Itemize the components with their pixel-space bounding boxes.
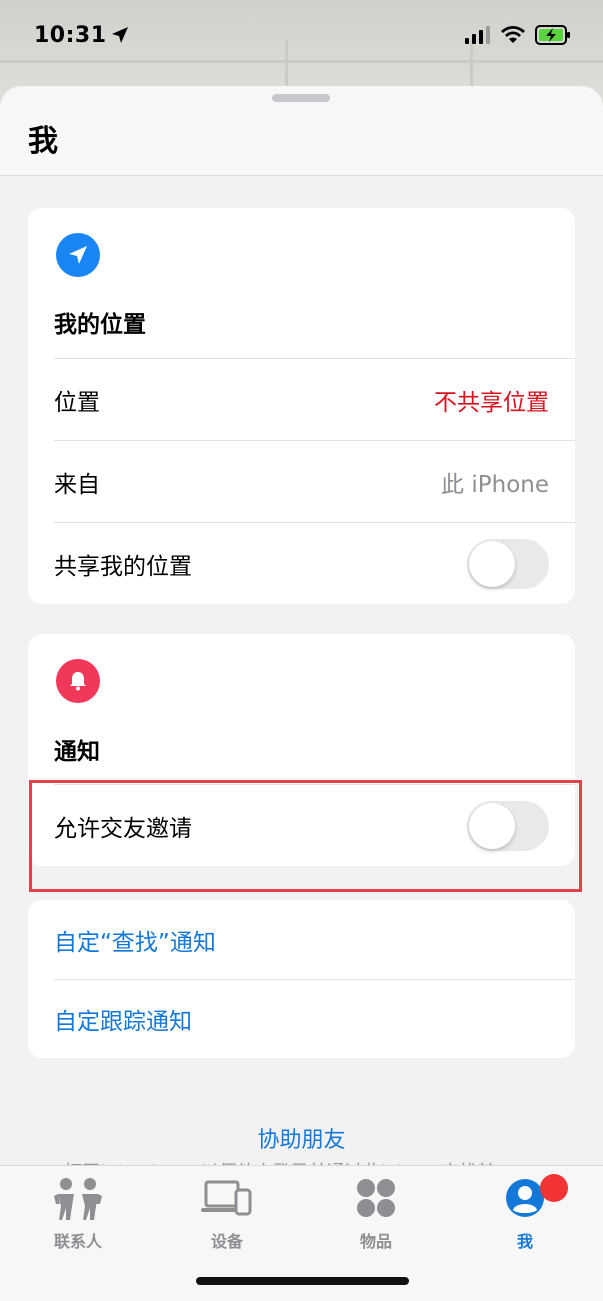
notification-links-card: 自定“查找”通知 自定跟踪通知 — [28, 900, 575, 1058]
wifi-icon — [501, 26, 525, 43]
status-bar: 10:31 — [0, 0, 603, 70]
people-icon — [54, 1178, 102, 1220]
me-sheet: 我 我的位置 位置 不共享位置 来自 此 iPhone 共享我的位置 通知 允许… — [0, 86, 603, 1301]
tab-devices[interactable]: 设备 — [167, 1176, 287, 1252]
home-indicator[interactable] — [196, 1277, 409, 1285]
sheet-grabber[interactable] — [272, 94, 330, 102]
tab-me-label: 我 — [516, 1232, 533, 1251]
my-location-card: 我的位置 位置 不共享位置 来自 此 iPhone 共享我的位置 — [28, 208, 575, 604]
items-icon — [357, 1179, 395, 1217]
status-time: 10:31 — [34, 23, 129, 48]
toggle-knob — [469, 540, 515, 587]
location-arrow-icon — [56, 233, 100, 277]
from-row[interactable]: 来自 此 iPhone — [54, 440, 575, 522]
location-label: 位置 — [54, 389, 100, 416]
tab-people[interactable]: 联系人 — [18, 1176, 138, 1252]
signal-icon — [465, 26, 490, 44]
location-value: 不共享位置 — [434, 389, 549, 416]
location-arrow-icon — [111, 27, 128, 43]
toggle-knob — [469, 802, 515, 849]
help-a-friend-link[interactable]: 协助朋友 — [0, 1122, 603, 1154]
tab-items[interactable]: 物品 — [316, 1176, 436, 1252]
devices-icon — [201, 1180, 252, 1216]
from-value: 此 iPhone — [441, 471, 549, 498]
share-location-label: 共享我的位置 — [54, 553, 192, 580]
my-location-title: 我的位置 — [54, 312, 146, 338]
status-time-text: 10:31 — [34, 22, 107, 48]
notification-badge — [540, 1174, 568, 1202]
sheet-header: 我 — [0, 86, 603, 176]
notifications-card: 通知 允许交友邀请 — [28, 634, 575, 866]
tab-items-label: 物品 — [359, 1232, 392, 1251]
from-label: 来自 — [54, 471, 100, 498]
location-row[interactable]: 位置 不共享位置 — [54, 358, 575, 440]
allow-friend-requests-label: 允许交友邀请 — [54, 815, 192, 842]
tab-devices-label: 设备 — [210, 1232, 243, 1251]
me-icon — [506, 1179, 544, 1217]
notifications-title: 通知 — [54, 739, 100, 765]
tab-me[interactable]: 我 — [465, 1174, 585, 1252]
share-location-row: 共享我的位置 — [54, 522, 575, 604]
page-title: 我 — [28, 124, 58, 159]
allow-friend-requests-row: 允许交友邀请 — [54, 784, 575, 866]
customize-tracking-notifications-link[interactable]: 自定跟踪通知 — [54, 979, 575, 1058]
share-location-toggle[interactable] — [467, 538, 549, 589]
tab-people-label: 联系人 — [53, 1232, 102, 1251]
bell-icon — [56, 659, 100, 703]
customize-find-notifications-link[interactable]: 自定“查找”通知 — [54, 900, 575, 979]
battery-charging-icon — [535, 25, 570, 45]
allow-friend-requests-toggle[interactable] — [467, 800, 549, 851]
